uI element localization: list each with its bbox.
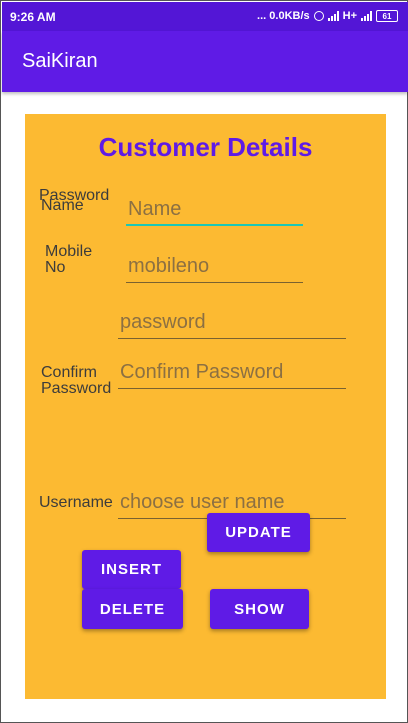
confirm-password-label: Confirm Password: [41, 365, 112, 395]
mobile-label: Mobile No: [45, 244, 93, 274]
confirm-password-input[interactable]: [118, 357, 346, 388]
status-bar: 9:26 AM ... 0.0KB/s H+ 61: [2, 2, 408, 31]
battery-icon: 61: [376, 10, 398, 22]
customer-form-card: Customer Details Password Name Mobile No…: [25, 114, 386, 699]
mobile-field[interactable]: [126, 251, 303, 283]
confirm-password-field[interactable]: [118, 357, 346, 389]
insert-button[interactable]: INSERT: [82, 550, 181, 589]
name-label: Name: [41, 198, 84, 214]
app-bar: SaiKiran: [2, 31, 408, 92]
password-field[interactable]: [118, 307, 346, 339]
form-heading: Customer Details: [98, 132, 313, 162]
name-input[interactable]: [126, 194, 303, 224]
signal-icon: [361, 11, 372, 21]
network-speed: ... 0.0KB/s: [257, 10, 310, 22]
name-field[interactable]: [126, 194, 303, 226]
status-time: 9:26 AM: [10, 10, 56, 24]
password-input[interactable]: [118, 307, 346, 338]
status-indicators: ... 0.0KB/s H+ 61: [257, 10, 398, 22]
show-button[interactable]: SHOW: [210, 589, 309, 629]
update-button[interactable]: UPDATE: [207, 513, 310, 552]
signal-icon: [327, 11, 339, 21]
alarm-icon: [313, 11, 324, 21]
username-label: Username: [39, 495, 113, 511]
device-frame: 9:26 AM ... 0.0KB/s H+ 61 SaiKiran Custo…: [0, 0, 408, 723]
network-type: H+: [342, 10, 357, 22]
delete-button[interactable]: DELETE: [82, 589, 183, 629]
app-title: SaiKiran: [22, 50, 98, 72]
mobile-input[interactable]: [126, 251, 303, 282]
